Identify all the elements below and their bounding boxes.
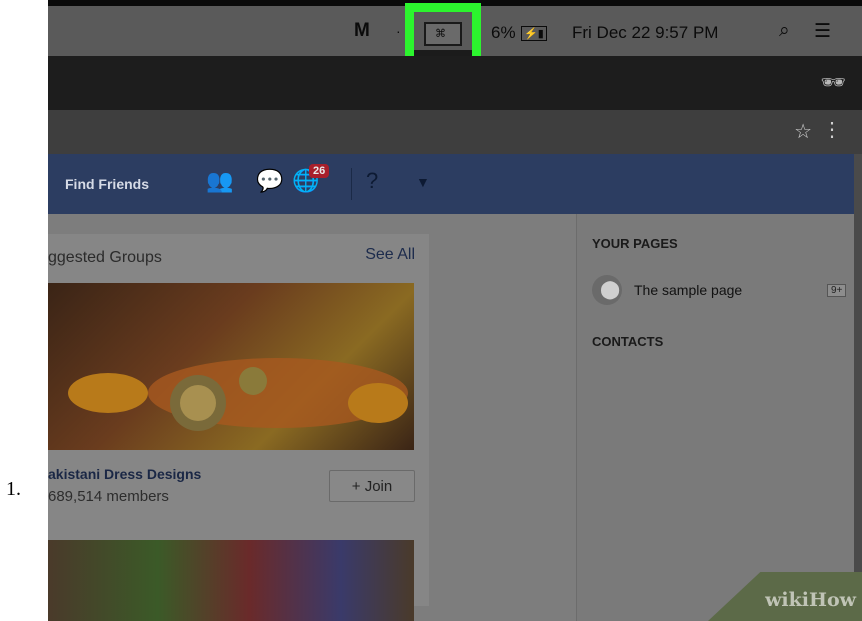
wikihow-logo-text: wikiHow bbox=[765, 589, 856, 611]
friend-requests-icon[interactable]: 👥 bbox=[206, 168, 233, 194]
contacts-heading: CONTACTS bbox=[592, 334, 664, 349]
bookmark-star-icon[interactable]: ☆ bbox=[794, 119, 812, 144]
screenshot: M · 6% ⚡▮ Fri Dec 22 9:57 PM ⌕ ☰ ⌘ 🕶 ☆ ⋮… bbox=[48, 0, 862, 621]
location-pin-icon: ⬤ bbox=[600, 279, 621, 299]
menu-clock[interactable]: Fri Dec 22 9:57 PM bbox=[572, 23, 718, 43]
suggested-groups-title: ggested Groups bbox=[48, 249, 162, 266]
screen-mirroring-menu-icon[interactable]: ⌘ bbox=[424, 22, 462, 46]
facebook-top-nav: Find Friends 👥 💬 🌐 26 ? ▼ bbox=[48, 154, 854, 214]
incognito-icon: 🕶 bbox=[820, 72, 846, 94]
find-friends-link[interactable]: Find Friends bbox=[65, 176, 149, 192]
group-cover-photo[interactable] bbox=[48, 283, 414, 450]
page-notification-count: 9+ bbox=[827, 284, 847, 297]
group-members-count: 689,514 members bbox=[48, 488, 169, 505]
page-avatar[interactable]: ⬤ bbox=[592, 275, 622, 305]
wifi-icon[interactable]: · bbox=[396, 23, 401, 39]
second-group-cover-photo[interactable] bbox=[48, 540, 414, 621]
see-all-link[interactable]: See All bbox=[365, 246, 415, 264]
suggested-groups-card: ggested Groups See All akistani Dress De… bbox=[48, 234, 429, 621]
group-name[interactable]: akistani Dress Designs bbox=[48, 466, 201, 482]
help-icon[interactable]: ? bbox=[366, 168, 378, 194]
group-photo-art bbox=[68, 358, 408, 431]
join-group-button[interactable]: + Join bbox=[329, 470, 415, 502]
page-scrollbar[interactable] bbox=[854, 154, 862, 621]
malwarebytes-icon[interactable]: M bbox=[354, 20, 370, 42]
your-pages-heading: YOUR PAGES bbox=[592, 236, 678, 251]
nav-divider bbox=[351, 168, 352, 200]
list-marker: 1. bbox=[6, 478, 21, 500]
battery-icon[interactable]: ⚡▮ bbox=[521, 26, 547, 41]
right-sidebar: YOUR PAGES ⬤ The sample page 9+ CONTACTS bbox=[576, 214, 855, 621]
browser-tab-bar: 🕶 bbox=[48, 56, 862, 110]
facebook-content: ggested Groups See All akistani Dress De… bbox=[48, 214, 855, 621]
notification-count-badge: 26 bbox=[309, 164, 330, 178]
spotlight-search-icon[interactable]: ⌕ bbox=[779, 20, 790, 42]
browser-address-bar[interactable]: ☆ ⋮ bbox=[48, 110, 862, 154]
messenger-icon[interactable]: 💬 bbox=[256, 168, 283, 194]
notification-center-icon[interactable]: ☰ bbox=[814, 20, 831, 43]
account-dropdown-icon[interactable]: ▼ bbox=[416, 174, 430, 190]
page-name-link[interactable]: The sample page bbox=[634, 282, 742, 298]
browser-menu-icon[interactable]: ⋮ bbox=[822, 117, 842, 142]
battery-percent: 6% bbox=[491, 23, 516, 42]
